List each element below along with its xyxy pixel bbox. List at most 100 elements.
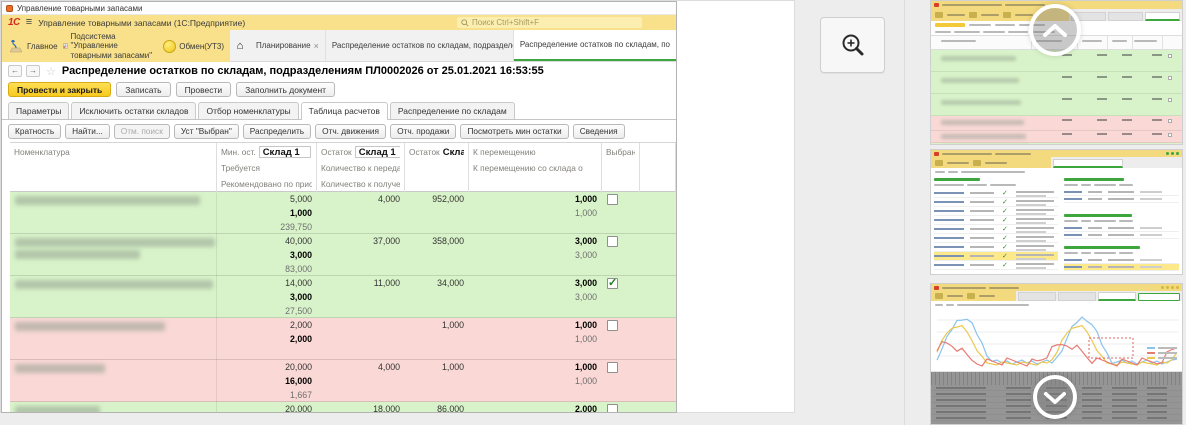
- mini-anonymized-name: [941, 78, 1019, 83]
- favorite-star-icon[interactable]: ☆: [46, 65, 56, 78]
- cell-value: 14,000: [222, 276, 312, 290]
- tab-raspredelenie-1[interactable]: Распределение остатков по складам, подра…: [326, 30, 514, 61]
- mini-number: [1122, 54, 1132, 56]
- cell-value: 2,000: [222, 332, 312, 346]
- cell-value: [322, 388, 400, 402]
- mini-text: [970, 264, 994, 266]
- checkbox-unchecked[interactable]: [607, 320, 618, 331]
- mini-date: [934, 228, 964, 230]
- thumbnail-document-list[interactable]: ✓✓✓✓✓✓✓✓✓: [930, 149, 1183, 275]
- tab-planirovanie[interactable]: Планирование ×: [250, 30, 326, 61]
- mini-list-row: ✓: [934, 252, 1058, 261]
- mini-header-text: [1134, 40, 1157, 42]
- mini-column-line: [1107, 36, 1108, 49]
- mini-text: [1016, 200, 1054, 202]
- move-label: К перемещению: [473, 144, 597, 160]
- checkbox-unchecked[interactable]: [607, 194, 618, 205]
- mini-header-text: [1112, 40, 1127, 42]
- table-row[interactable]: 20,00018,00086,0002,000: [10, 402, 676, 413]
- action-button-1[interactable]: Провести и закрыть: [8, 82, 111, 97]
- toolbar-button-8[interactable]: Посмотреть мин остатки: [460, 124, 568, 139]
- mini-text: [942, 287, 986, 289]
- table-row[interactable]: 2,0002,0001,0001,0001,000: [10, 318, 676, 360]
- chevron-down-icon: [1043, 390, 1067, 405]
- mini-text: [1016, 222, 1046, 224]
- back-button[interactable]: ←: [8, 65, 22, 77]
- tab-label: Распределение остатков по складам, по: [520, 40, 670, 49]
- mini-icon: [935, 12, 943, 18]
- table-row[interactable]: 14,0003,00027,50011,00034,0003,0003,000: [10, 276, 676, 318]
- mini-check-icon: ✓: [1002, 261, 1008, 269]
- section-subsystem[interactable]: Подсистема "Управление товарными запасам…: [63, 32, 159, 60]
- form-tab-2[interactable]: Исключить остатки складов: [71, 102, 196, 119]
- mini-text: [989, 287, 1019, 289]
- column-stock1: Остаток Склад 1 Количество к передаче Ко…: [317, 143, 405, 193]
- stock1-cell: 18,000: [317, 402, 405, 413]
- home-icon[interactable]: ⌂: [230, 30, 250, 61]
- mini-list-row: ✓: [934, 243, 1058, 252]
- stock2-cell: 86,000: [405, 402, 469, 413]
- mini-dot: [1171, 152, 1174, 155]
- toolbar-button-1[interactable]: Кратность: [8, 124, 61, 139]
- close-icon[interactable]: ×: [314, 41, 319, 51]
- section-exchange[interactable]: Обмен(УТ3): [163, 40, 224, 53]
- zoom-button[interactable]: [820, 17, 885, 73]
- toolbar-button-9[interactable]: Сведения: [573, 124, 625, 139]
- min-stock-cell: 14,0003,00027,500: [217, 276, 317, 318]
- checkbox-unchecked[interactable]: [607, 404, 618, 413]
- cell-value: 3,000: [222, 248, 312, 262]
- checkbox-unchecked[interactable]: [607, 236, 618, 247]
- scroll-down-button[interactable]: [1033, 375, 1077, 419]
- toolbar-button-6[interactable]: Отч. движения: [315, 124, 386, 139]
- toolbar-button-5[interactable]: Распределить: [243, 124, 311, 139]
- warehouse1-input-2[interactable]: Склад 1: [355, 146, 400, 158]
- mini-tab: [1008, 31, 1028, 33]
- cell-value: [322, 262, 400, 276]
- mini-section-row: [1064, 196, 1179, 203]
- action-button-4[interactable]: Заполнить документ: [236, 82, 335, 97]
- nomenclature-cell: [10, 234, 217, 276]
- mini-button: [995, 24, 1015, 26]
- column-filler: [640, 143, 676, 193]
- mini-button: [1081, 184, 1091, 186]
- column-move: К перемещению К перемещению со склада от…: [469, 143, 602, 193]
- mini-text: [985, 162, 1007, 164]
- checkbox-unchecked[interactable]: [607, 362, 618, 373]
- stock1-cell: 11,000: [317, 276, 405, 318]
- section-main[interactable]: Главное: [8, 39, 58, 53]
- mini-text: [957, 304, 1029, 306]
- scroll-up-button[interactable]: [1029, 4, 1081, 56]
- action-button-2[interactable]: Записать: [116, 82, 170, 97]
- checkbox-checked[interactable]: [607, 278, 618, 289]
- mini-text: [1016, 254, 1054, 256]
- cell-value: 1,000: [410, 360, 464, 374]
- table-row[interactable]: 20,00016,0001,6674,0001,0001,0001,000: [10, 360, 676, 402]
- mini-tab: [983, 31, 1005, 33]
- forward-button[interactable]: →: [26, 65, 40, 77]
- toolbar-button-4[interactable]: Уст "Выбран": [174, 124, 239, 139]
- menu-icon[interactable]: ≡: [26, 17, 32, 28]
- mini-dot: [1176, 286, 1179, 289]
- cell-value: [474, 220, 597, 234]
- cell-value: 1,000: [222, 206, 312, 220]
- cell-value: [322, 206, 400, 220]
- mini-section-toolbar: [1064, 184, 1179, 186]
- form-tab-5[interactable]: Распределение по складам: [390, 102, 515, 119]
- table-row[interactable]: 5,0001,000239,7504,000952,0001,0001,000: [10, 192, 676, 234]
- warehouse1-input[interactable]: Склад 1: [259, 146, 311, 158]
- cell-value: 20,000: [222, 402, 312, 413]
- table-row[interactable]: 40,0003,00083,00037,000358,0003,0003,000: [10, 234, 676, 276]
- toolbar-button-3[interactable]: Отм. поиск: [114, 124, 170, 139]
- form-tab-1[interactable]: Параметры: [8, 102, 69, 119]
- mini-date: [934, 246, 964, 248]
- action-button-3[interactable]: Провести: [176, 82, 232, 97]
- tab-raspredelenie-active[interactable]: Распределение остатков по складам, по: [514, 30, 676, 61]
- form-tab-3[interactable]: Отбор номенклатуры: [198, 102, 298, 119]
- warehouse1-value-2: Склад 1: [359, 147, 396, 158]
- form-tab-4[interactable]: Таблица расчетов: [301, 102, 388, 120]
- toolbar-button-2[interactable]: Найти...: [65, 124, 110, 139]
- toolbar-button-7[interactable]: Отч. продажи: [390, 124, 456, 139]
- mini-number: [1152, 98, 1162, 100]
- search-input[interactable]: Поиск Ctrl+Shift+F: [457, 17, 642, 28]
- stock2-cell: 34,000: [405, 276, 469, 318]
